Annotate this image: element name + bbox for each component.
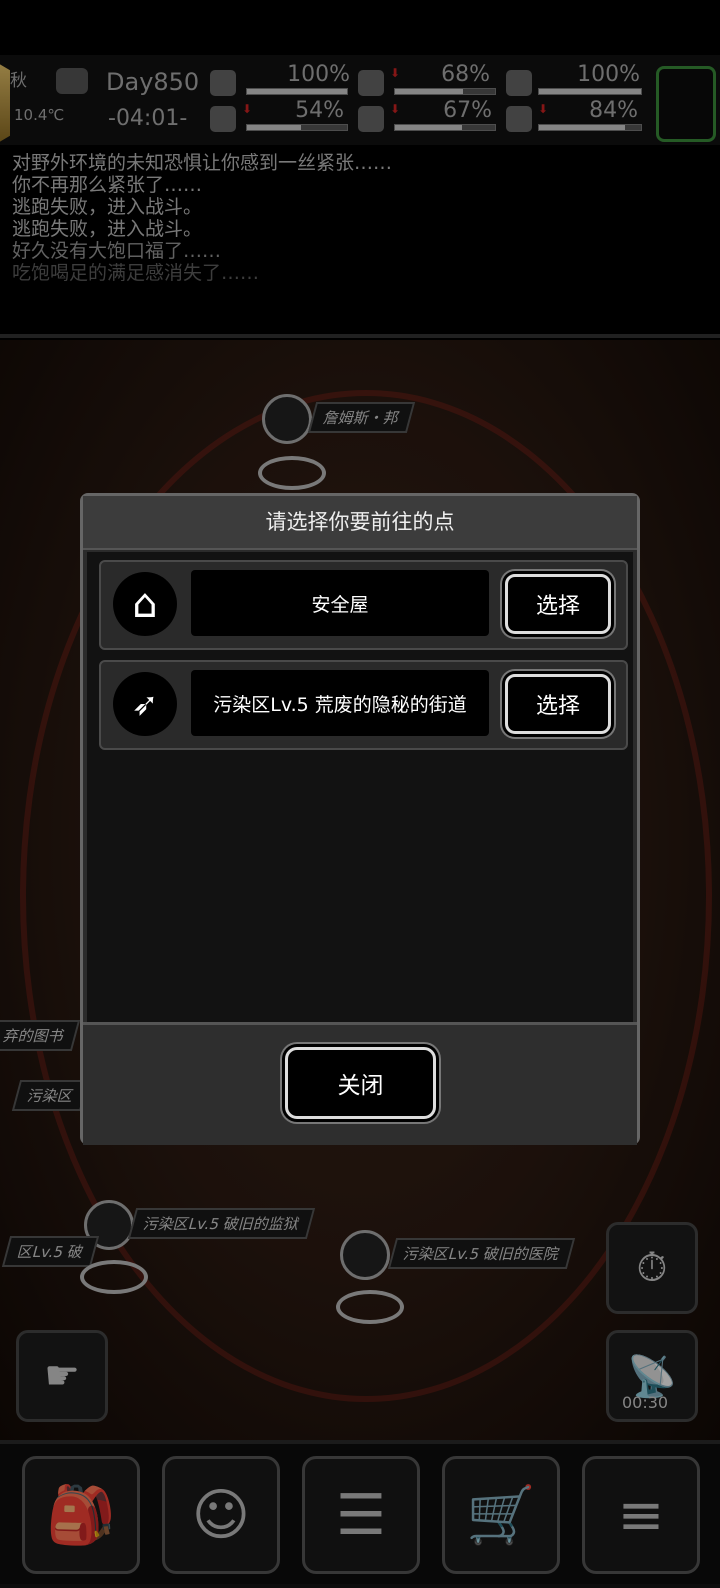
dialog-body: ⌂ 安全屋 选择 ➶ 污染区Lv.5 荒废的隐秘的街道 选择 (87, 552, 633, 1022)
close-button[interactable]: 关闭 (285, 1047, 436, 1119)
destination-dialog: 请选择你要前往的点 ⌂ 安全屋 选择 ➶ 污染区Lv.5 荒废的隐秘的街道 选择… (80, 493, 640, 1145)
road-icon: ➶ (113, 672, 177, 736)
select-button[interactable]: 选择 (505, 574, 611, 634)
select-button[interactable]: 选择 (505, 674, 611, 734)
destination-option: ⌂ 安全屋 选择 (99, 560, 628, 650)
dialog-footer: 关闭 (83, 1022, 637, 1145)
destination-option: ➶ 污染区Lv.5 荒废的隐秘的街道 选择 (99, 660, 628, 750)
destination-name: 安全屋 (191, 570, 489, 636)
house-icon: ⌂ (113, 572, 177, 636)
dialog-title: 请选择你要前往的点 (83, 496, 637, 550)
destination-name: 污染区Lv.5 荒废的隐秘的街道 (191, 670, 489, 736)
